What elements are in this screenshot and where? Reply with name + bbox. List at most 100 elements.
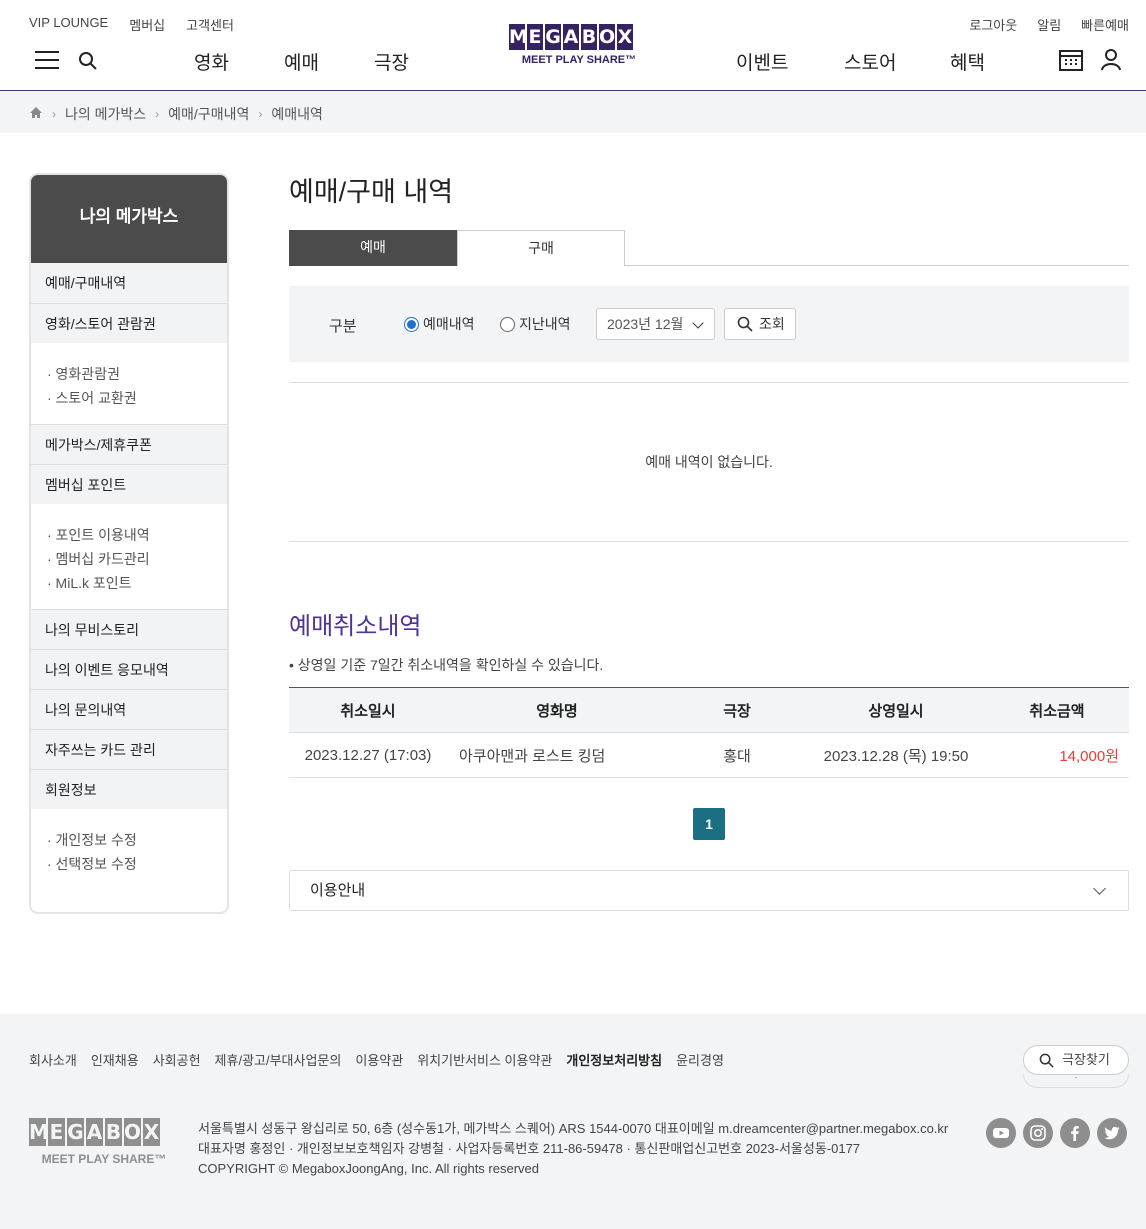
util-nav-right: 로그아웃 알림 빠른예매 bbox=[969, 15, 1129, 34]
gnb-movie[interactable]: 영화 bbox=[194, 48, 229, 75]
footer-copyright: COPYRIGHT © MegaboxJoongAng, Inc. All ri… bbox=[198, 1161, 539, 1176]
sidebar-title[interactable]: 나의 메가박스 bbox=[31, 175, 227, 263]
column-theater: 극장 bbox=[667, 687, 807, 733]
instagram-icon[interactable] bbox=[1023, 1118, 1053, 1148]
cell-movie: 아쿠아맨과 로스트 킹덤 bbox=[447, 732, 667, 778]
sidebar-sub-member-info: · 개인정보 수정 · 선택정보 수정 bbox=[31, 809, 227, 890]
menu-icon[interactable] bbox=[35, 51, 59, 69]
sidebar-subitem-milk-point[interactable]: · MiL.k 포인트 bbox=[47, 571, 227, 595]
quick-booking-link[interactable]: 빠른예매 bbox=[1081, 15, 1129, 34]
chevron-right-icon: › bbox=[155, 107, 160, 121]
util-nav-left: VIP LOUNGE 멤버십 고객센터 bbox=[29, 15, 234, 34]
sidebar-item-member-info[interactable]: 회원정보 bbox=[31, 769, 227, 809]
column-movie: 영화명 bbox=[447, 687, 667, 733]
month-select[interactable]: 2023년 12월 bbox=[596, 308, 715, 340]
tab-booking[interactable]: 예매 bbox=[289, 230, 457, 266]
notification-link[interactable]: 알림 bbox=[1037, 15, 1061, 34]
footer-business-info: 대표자명 홍정인 · 개인정보보호책임자 강병철 · 사업자등록번호 211-8… bbox=[198, 1141, 861, 1156]
cancel-section-title: 예매취소내역 bbox=[289, 613, 422, 640]
gnb-benefit[interactable]: 혜택 bbox=[950, 48, 985, 75]
sidebar-subitem-edit-personal[interactable]: · 개인정보 수정 bbox=[47, 828, 227, 852]
cancel-note: • 상영일 기준 7일간 취소내역을 확인하실 수 있습니다. bbox=[289, 657, 604, 673]
table-row: 2023.12.27 (17:03) 아쿠아맨과 로스트 킹덤 홍대 2023.… bbox=[289, 732, 1129, 778]
filter-panel: 구분 예매내역 지난내역 2023년 12월 조회 bbox=[289, 286, 1129, 362]
sidebar-subitem-point-history[interactable]: · 포인트 이용내역 bbox=[47, 523, 227, 547]
sidebar-item-points[interactable]: 멤버십 포인트 bbox=[31, 464, 227, 504]
footer-address: 서울특별시 성동구 왕십리로 50, 6층 (성수동1가, 메가박스 스퀘어) … bbox=[198, 1121, 949, 1136]
cell-cancel-date: 2023.12.27 (17:03) bbox=[289, 732, 447, 778]
page-title: 예매/구매 내역 bbox=[289, 177, 454, 207]
gnb-store[interactable]: 스토어 bbox=[844, 48, 896, 75]
radio-unchecked-icon bbox=[500, 316, 515, 332]
footer-links: 회사소개 인재채용 사회공헌 제휴/광고/부대사업문의 이용약관 위치기반서비스… bbox=[29, 1050, 724, 1069]
footer-link-csr[interactable]: 사회공헌 bbox=[153, 1050, 201, 1069]
sidebar-subitem-store-voucher[interactable]: · 스토어 교환권 bbox=[47, 386, 227, 410]
breadcrumb-booking-history[interactable]: 예매/구매내역 bbox=[168, 104, 249, 124]
pagination-page-1[interactable]: 1 bbox=[693, 808, 725, 840]
sidebar-item-coupons[interactable]: 메가박스/제휴쿠폰 bbox=[31, 424, 227, 464]
megabox-logo[interactable]: MEGABOX MEET PLAY SHARE™ bbox=[509, 24, 649, 72]
cell-theater: 홍대 bbox=[667, 732, 807, 778]
sidebar-subitem-movie-ticket[interactable]: · 영화관람권 bbox=[47, 362, 227, 386]
find-theater-button[interactable]: 극장찾기 bbox=[1023, 1045, 1129, 1075]
twitter-icon[interactable] bbox=[1097, 1118, 1127, 1148]
footer-link-company[interactable]: 회사소개 bbox=[29, 1050, 77, 1069]
search-icon[interactable] bbox=[78, 51, 98, 71]
membership-link[interactable]: 멤버십 bbox=[129, 15, 165, 34]
footer-link-partnership[interactable]: 제휴/광고/부대사업문의 bbox=[215, 1050, 342, 1069]
tab-purchase[interactable]: 구매 bbox=[457, 230, 625, 266]
sidebar-item-tickets[interactable]: 영화/스토어 관람권 bbox=[31, 303, 227, 343]
site-header: VIP LOUNGE 멤버십 고객센터 로그아웃 알림 빠른예매 영화 예매 극… bbox=[0, 0, 1146, 91]
home-icon[interactable] bbox=[29, 106, 43, 122]
sidebar-item-event-entries[interactable]: 나의 이벤트 응모내역 bbox=[31, 649, 227, 689]
sidebar: 나의 메가박스 예매/구매내역 영화/스토어 관람권 · 영화관람권 · 스토어… bbox=[29, 173, 229, 914]
cell-show-date: 2023.12.28 (목) 19:50 bbox=[807, 732, 985, 778]
empty-message: 예매 내역이 없습니다. bbox=[289, 382, 1129, 542]
cancel-table: 취소일시 영화명 극장 상영일시 취소금액 2023.12.27 (17:03)… bbox=[289, 687, 1129, 778]
footer-link-ethics[interactable]: 윤리경영 bbox=[676, 1050, 724, 1069]
footer-link-location-terms[interactable]: 위치기반서비스 이용약관 bbox=[417, 1050, 552, 1069]
breadcrumb-booking[interactable]: 예매내역 bbox=[271, 104, 323, 124]
breadcrumb: › 나의 메가박스 › 예매/구매내역 › 예매내역 bbox=[29, 104, 323, 124]
breadcrumb-my-megabox[interactable]: 나의 메가박스 bbox=[65, 104, 146, 124]
footer-link-terms[interactable]: 이용약관 bbox=[355, 1050, 403, 1069]
sidebar-subitem-card-manage[interactable]: · 멤버십 카드관리 bbox=[47, 547, 227, 571]
column-amount: 취소금액 bbox=[985, 687, 1129, 733]
column-cancel-date: 취소일시 bbox=[289, 687, 447, 733]
calendar-icon[interactable] bbox=[1059, 49, 1083, 71]
column-show-date: 상영일시 bbox=[807, 687, 985, 733]
search-icon bbox=[1039, 1053, 1054, 1068]
footer-company-info: 서울특별시 성동구 왕십리로 50, 6층 (성수동1가, 메가박스 스퀘어) … bbox=[198, 1119, 948, 1179]
my-page-icon[interactable] bbox=[1101, 49, 1121, 71]
find-theater-dropdown[interactable]: · bbox=[1023, 1073, 1129, 1088]
sidebar-item-saved-cards[interactable]: 자주쓰는 카드 관리 bbox=[31, 729, 227, 769]
facebook-icon[interactable] bbox=[1060, 1118, 1090, 1148]
sidebar-subitem-edit-optional[interactable]: · 선택정보 수정 bbox=[47, 852, 227, 876]
gnb-booking[interactable]: 예매 bbox=[284, 48, 319, 75]
tab-bar: 예매 구매 bbox=[289, 230, 1129, 266]
usage-guide-accordion[interactable]: 이용안내 bbox=[289, 870, 1129, 911]
logout-link[interactable]: 로그아웃 bbox=[969, 15, 1017, 34]
sidebar-sub-points: · 포인트 이용내역 · 멤버십 카드관리 · MiL.k 포인트 bbox=[31, 504, 227, 609]
chevron-down-icon bbox=[692, 317, 704, 329]
sidebar-item-inquiries[interactable]: 나의 문의내역 bbox=[31, 689, 227, 729]
gnb-event[interactable]: 이벤트 bbox=[736, 48, 788, 75]
sidebar-item-booking-history[interactable]: 예매/구매내역 bbox=[31, 263, 227, 303]
vip-lounge-link[interactable]: VIP LOUNGE bbox=[29, 15, 108, 34]
radio-past-history[interactable]: 지난내역 bbox=[500, 314, 571, 334]
customer-center-link[interactable]: 고객센터 bbox=[186, 15, 234, 34]
youtube-icon[interactable] bbox=[986, 1118, 1016, 1148]
search-button[interactable]: 조회 bbox=[724, 308, 796, 340]
cell-amount: 14,000원 bbox=[985, 732, 1129, 778]
footer-link-careers[interactable]: 인재채용 bbox=[91, 1050, 139, 1069]
search-icon bbox=[737, 316, 753, 332]
radio-booking-history[interactable]: 예매내역 bbox=[404, 314, 475, 334]
gnb-theater[interactable]: 극장 bbox=[374, 48, 409, 75]
radio-checked-icon bbox=[404, 316, 419, 332]
filter-label: 구분 bbox=[329, 318, 357, 335]
sidebar-item-moviestory[interactable]: 나의 무비스토리 bbox=[31, 609, 227, 649]
site-footer: 회사소개 인재채용 사회공헌 제휴/광고/부대사업문의 이용약관 위치기반서비스… bbox=[0, 1014, 1146, 1229]
table-header-row: 취소일시 영화명 극장 상영일시 취소금액 bbox=[289, 687, 1129, 733]
footer-link-privacy[interactable]: 개인정보처리방침 bbox=[566, 1050, 662, 1069]
chevron-right-icon: › bbox=[258, 107, 263, 121]
